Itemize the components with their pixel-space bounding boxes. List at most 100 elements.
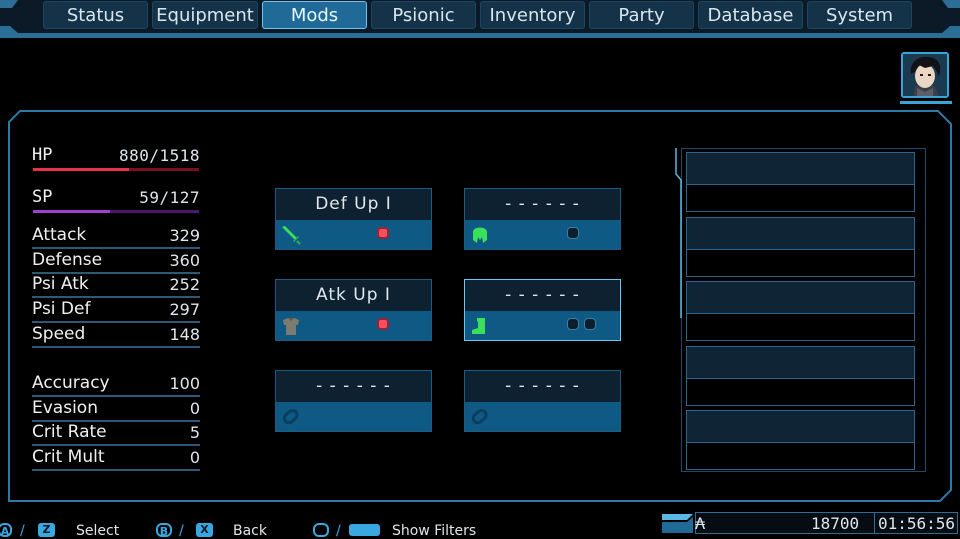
mod-list-item[interactable] — [686, 410, 915, 470]
accessory-icon — [471, 409, 488, 425]
mod-slot-body[interactable]: Atk Up I — [275, 279, 432, 341]
tab-mods[interactable]: Mods — [262, 1, 367, 29]
view-button-icon — [313, 523, 329, 537]
mod-slot-head[interactable]: - - - - - - — [464, 188, 621, 250]
divider — [874, 512, 875, 534]
currency-value: 18700 — [811, 514, 860, 533]
currency-symbol: ₳ — [695, 514, 706, 533]
socket-empty — [567, 227, 579, 239]
hp-bar: HP 880/1518 — [32, 145, 200, 181]
socket-filled — [377, 318, 389, 330]
stat-label: Accuracy — [32, 373, 110, 393]
sp-fill — [33, 210, 111, 213]
playtime: 01:56:56 — [878, 514, 956, 533]
stat-value: 360 — [169, 250, 200, 270]
mod-name: - - - - - - — [465, 371, 620, 402]
stat-value: 148 — [169, 324, 200, 344]
right-bumper-icon — [942, 0, 960, 33]
tab-inventory[interactable]: Inventory — [480, 1, 585, 29]
stat-label: Defense — [32, 249, 103, 270]
sp-bar: SP 59/127 — [32, 187, 200, 223]
helmet-icon — [473, 227, 487, 243]
main-tabs: Status Equipment Mods Psionic Inventory … — [43, 1, 912, 29]
tab-psionic[interactable]: Psionic — [371, 1, 476, 29]
hint-back: Back — [233, 523, 267, 539]
stat-crit-rate: Crit Rate 5 — [32, 422, 200, 447]
stat-value: 5 — [189, 423, 200, 443]
sword-icon — [282, 226, 301, 245]
stat-label: Attack — [32, 225, 87, 245]
stat-value: 0 — [189, 448, 200, 468]
stat-psi-atk: Psi Atk 252 — [32, 274, 200, 299]
hp-fill — [33, 168, 130, 171]
accessory-icon — [282, 409, 299, 425]
stat-accuracy: Accuracy 100 — [32, 373, 200, 397]
tab-status[interactable]: Status — [43, 1, 148, 29]
left-bumper-icon — [0, 0, 18, 33]
hp-label: HP — [32, 145, 53, 165]
separator: / — [179, 523, 184, 539]
b-button-icon: B — [156, 523, 172, 538]
hint-show-filters: Show Filters — [392, 523, 477, 539]
stat-attack: Attack 329 — [32, 225, 200, 249]
stat-label: Crit Mult — [32, 447, 105, 468]
stat-label: Crit Rate — [32, 422, 107, 443]
hp-value: 880/1518 — [118, 146, 200, 165]
stat-defense: Defense 360 — [32, 250, 200, 274]
list-scroll-indicator[interactable] — [674, 148, 684, 318]
mod-slot-weapon[interactable]: Def Up I — [275, 188, 432, 250]
socket-filled — [377, 227, 389, 239]
stat-label: Psi Def — [32, 299, 91, 320]
stat-label: Evasion — [32, 397, 98, 418]
x-key-icon: X — [196, 523, 213, 537]
sp-value: 59/127 — [139, 188, 200, 207]
mod-slot-feet[interactable]: - - - - - - — [464, 279, 621, 341]
button-hints: A / Z Select B / X Back / Show Filters — [0, 520, 620, 539]
mod-name: Def Up I — [276, 189, 431, 220]
stat-value: 0 — [189, 398, 200, 418]
separator: / — [336, 523, 341, 539]
mod-list-item[interactable] — [686, 217, 915, 277]
mod-name: Atk Up I — [276, 280, 431, 311]
a-button-icon: A — [0, 523, 12, 538]
mod-list-item[interactable] — [686, 346, 915, 406]
separator: / — [20, 523, 25, 539]
z-key-icon: Z — [38, 523, 55, 537]
mod-list-item[interactable] — [686, 152, 915, 212]
stat-crit-mult: Crit Mult 0 — [32, 447, 200, 472]
stat-label: Psi Atk — [32, 274, 89, 295]
primary-stats: Attack 329 Defense 360 Psi Atk 252 Psi Def 2… — [32, 225, 200, 348]
socket-empty — [584, 318, 596, 330]
character-portrait-icon — [903, 54, 947, 96]
hint-select: Select — [76, 523, 120, 539]
portrait-underline — [900, 101, 952, 104]
tab-system[interactable]: System — [807, 1, 912, 29]
mod-name: - - - - - - — [465, 189, 620, 220]
stat-label: Speed — [32, 323, 86, 344]
mod-list-item[interactable] — [686, 281, 915, 341]
mod-name: - - - - - - — [465, 280, 620, 311]
secondary-stats: Accuracy 100 Evasion 0 Crit Rate 5 Crit Mul… — [32, 373, 200, 472]
tab-equipment[interactable]: Equipment — [152, 1, 258, 29]
character-portrait[interactable] — [901, 52, 949, 98]
stat-psi-def: Psi Def 297 — [32, 299, 200, 324]
sp-label: SP — [32, 187, 53, 207]
status-readout: ₳ 18700 01:56:56 — [659, 512, 960, 535]
stat-speed: Speed 148 — [32, 324, 200, 348]
boot-icon — [472, 318, 485, 334]
socket-empty — [567, 318, 579, 330]
tab-party[interactable]: Party — [589, 1, 694, 29]
sp-track — [33, 210, 199, 213]
stat-value: 252 — [169, 275, 200, 295]
mod-slot-accessory-1[interactable]: - - - - - - — [275, 370, 432, 432]
wallet-icon — [662, 514, 693, 533]
stat-value: 329 — [169, 226, 200, 245]
space-key-icon — [349, 524, 380, 536]
stat-value: 297 — [169, 300, 200, 320]
tab-database[interactable]: Database — [698, 1, 803, 29]
stat-evasion: Evasion 0 — [32, 398, 200, 422]
armor-icon — [283, 318, 299, 335]
top-rail — [0, 33, 960, 38]
mod-name: - - - - - - — [276, 371, 431, 402]
mod-slot-accessory-2[interactable]: - - - - - - — [464, 370, 621, 432]
